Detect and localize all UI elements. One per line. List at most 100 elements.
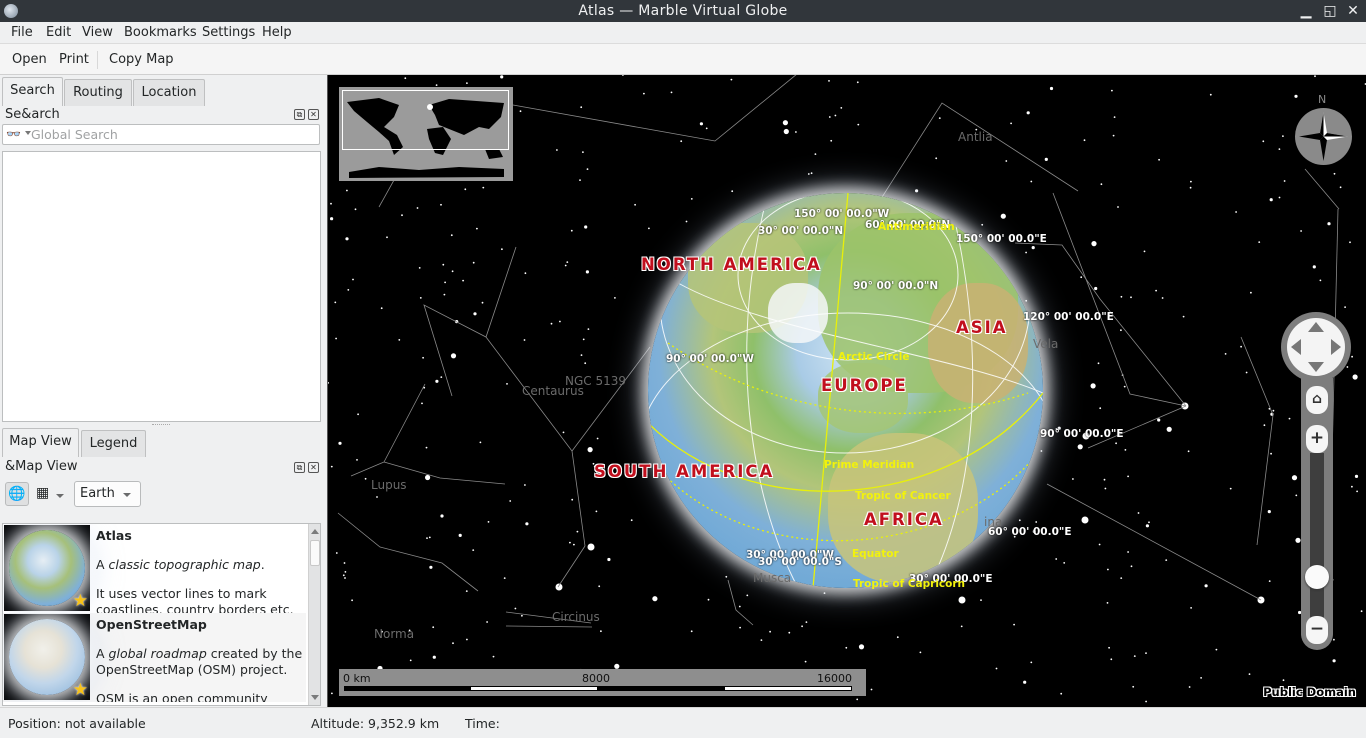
theme-item-atlas[interactable]: ★ Atlas A classic topographic map. It us… bbox=[3, 524, 306, 613]
grid-icon[interactable]: ▦ bbox=[36, 485, 49, 501]
altitude-status: Altitude: 9,352.9 km bbox=[311, 716, 440, 731]
home-button[interactable]: ⌂ bbox=[1306, 386, 1328, 414]
scale-label-mid: 8000 bbox=[582, 672, 610, 685]
overview-map[interactable] bbox=[339, 87, 513, 181]
star bbox=[1351, 355, 1353, 358]
compass[interactable] bbox=[1295, 108, 1352, 165]
theme-item-openstreetmap[interactable]: ★ OpenStreetMap A global roadmap created… bbox=[3, 613, 306, 702]
star bbox=[426, 537, 428, 539]
star bbox=[1112, 134, 1115, 137]
tab-routing[interactable]: Routing bbox=[64, 79, 132, 106]
star bbox=[344, 571, 347, 573]
favorite-star-icon[interactable]: ★ bbox=[73, 591, 88, 611]
minimize-icon[interactable]: ▁ bbox=[1298, 3, 1314, 19]
star bbox=[1107, 568, 1109, 571]
time-status: Time: bbox=[465, 716, 500, 731]
star bbox=[738, 605, 741, 608]
theme-list-scrollbar[interactable] bbox=[308, 524, 320, 705]
theme-thumbnail: ★ bbox=[4, 614, 90, 700]
maximize-icon[interactable]: ◱ bbox=[1322, 3, 1338, 19]
star bbox=[1352, 374, 1358, 380]
star bbox=[810, 172, 813, 175]
chevron-down-icon bbox=[123, 493, 131, 497]
search-dock-title: Se&arch bbox=[5, 107, 60, 122]
star bbox=[1300, 230, 1302, 232]
star bbox=[579, 179, 581, 181]
zoom-slider-handle[interactable] bbox=[1305, 565, 1329, 589]
star bbox=[705, 127, 708, 130]
tab-map-view[interactable]: Map View bbox=[2, 428, 79, 457]
panel-splitter-handle[interactable] bbox=[152, 424, 170, 427]
star bbox=[858, 644, 865, 650]
navigation-pad[interactable] bbox=[1281, 312, 1351, 382]
star bbox=[1333, 172, 1336, 175]
star bbox=[1049, 86, 1054, 91]
star bbox=[1130, 296, 1132, 299]
star bbox=[559, 320, 561, 323]
menu-bookmarks[interactable]: Bookmarks bbox=[124, 25, 197, 40]
search-results-list[interactable] bbox=[2, 151, 321, 422]
label-coord: 30° 00' 00.0"S bbox=[758, 556, 842, 568]
tab-search[interactable]: Search bbox=[2, 77, 63, 106]
star bbox=[1094, 286, 1098, 291]
star bbox=[1072, 478, 1074, 480]
star bbox=[1117, 206, 1119, 208]
star bbox=[584, 362, 587, 365]
star bbox=[521, 614, 523, 617]
pan-up-icon[interactable] bbox=[1308, 322, 1324, 332]
open-button[interactable]: Open bbox=[12, 52, 47, 67]
label-constellation: ina bbox=[984, 515, 1003, 529]
scrollbar-thumb[interactable] bbox=[310, 540, 320, 566]
print-button[interactable]: Print bbox=[59, 52, 89, 67]
star bbox=[429, 565, 433, 569]
star bbox=[421, 402, 423, 405]
menu-view[interactable]: View bbox=[82, 25, 113, 40]
pan-left-icon[interactable] bbox=[1291, 339, 1301, 355]
close-icon[interactable]: ✕ bbox=[1345, 3, 1361, 19]
star bbox=[788, 631, 791, 634]
star bbox=[582, 338, 585, 341]
scroll-up-icon[interactable] bbox=[311, 529, 319, 534]
search-input[interactable] bbox=[31, 126, 316, 143]
star bbox=[1108, 646, 1110, 649]
star bbox=[1123, 385, 1126, 388]
pan-down-icon[interactable] bbox=[1308, 362, 1324, 372]
binoculars-icon[interactable]: 👓 bbox=[6, 127, 21, 141]
float-dock-icon[interactable]: ⧉ bbox=[294, 109, 305, 120]
grid-dropdown-caret-icon[interactable] bbox=[56, 494, 64, 498]
float-dock-icon[interactable]: ⧉ bbox=[294, 462, 305, 473]
menu-settings[interactable]: Settings bbox=[202, 25, 255, 40]
scroll-down-icon[interactable] bbox=[311, 695, 319, 700]
zoom-slider-track[interactable] bbox=[1310, 453, 1324, 618]
menu-help[interactable]: Help bbox=[262, 25, 292, 40]
zoom-in-button[interactable]: + bbox=[1306, 425, 1328, 453]
map-canvas[interactable]: NORTH AMERICA ASIA EUROPE SOUTH AMERICA … bbox=[327, 75, 1366, 707]
label-antimeridian: Antimeridian bbox=[878, 221, 955, 233]
celestial-body-select[interactable]: Earth bbox=[74, 481, 141, 507]
star bbox=[1023, 680, 1027, 684]
zoom-out-button[interactable]: − bbox=[1306, 616, 1328, 644]
tab-legend[interactable]: Legend bbox=[81, 430, 146, 457]
favorite-star-icon[interactable]: ★ bbox=[73, 680, 88, 700]
menu-file[interactable]: File bbox=[11, 25, 33, 40]
globe-projection-button[interactable]: 🌐 bbox=[5, 482, 29, 506]
star bbox=[401, 214, 403, 217]
star bbox=[1120, 329, 1122, 332]
menu-edit[interactable]: Edit bbox=[46, 25, 71, 40]
star bbox=[856, 698, 859, 701]
pan-right-icon[interactable] bbox=[1331, 339, 1341, 355]
label-coord: 90° 00' 00.0"W bbox=[666, 353, 754, 365]
copy-map-button[interactable]: Copy Map bbox=[109, 52, 174, 67]
tab-location[interactable]: Location bbox=[133, 79, 205, 106]
star bbox=[462, 279, 464, 282]
star bbox=[1267, 510, 1271, 514]
star bbox=[503, 577, 506, 579]
global-search-field[interactable]: 👓 bbox=[2, 124, 320, 145]
star bbox=[699, 122, 703, 126]
map-theme-list[interactable]: ★ Atlas A classic topographic map. It us… bbox=[2, 523, 321, 706]
star bbox=[634, 203, 636, 206]
star bbox=[435, 84, 438, 86]
close-dock-icon[interactable]: ✕ bbox=[308, 462, 319, 473]
star bbox=[1263, 424, 1266, 427]
close-dock-icon[interactable]: ✕ bbox=[308, 109, 319, 120]
